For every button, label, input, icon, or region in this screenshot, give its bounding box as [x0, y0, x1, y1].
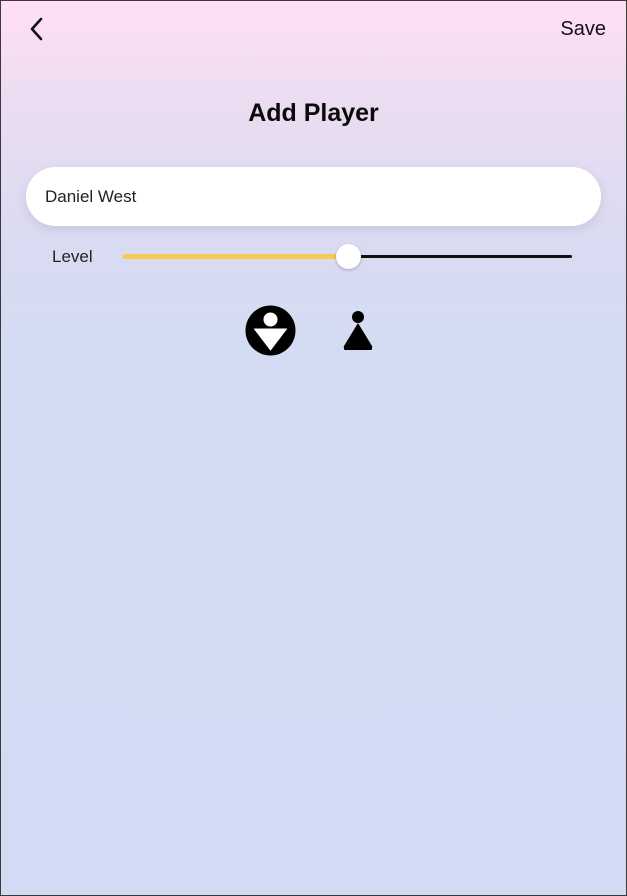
slider-thumb[interactable] [336, 244, 361, 269]
gender-male-option[interactable] [245, 305, 296, 356]
back-button[interactable] [21, 13, 53, 45]
level-label: Level [52, 247, 93, 266]
chevron-left-icon [30, 17, 43, 41]
player-name-field[interactable] [26, 167, 601, 226]
level-slider[interactable] [123, 241, 572, 273]
gender-selector [1, 305, 626, 357]
female-player-icon [343, 311, 373, 350]
add-player-screen: Save Add Player Level [0, 0, 627, 896]
slider-fill [123, 254, 348, 259]
player-name-input[interactable] [45, 167, 565, 226]
top-bar: Save [1, 1, 626, 57]
male-player-icon [245, 305, 296, 356]
page-title: Add Player [248, 99, 379, 127]
save-button[interactable]: Save [560, 17, 606, 41]
gender-female-option[interactable] [342, 310, 374, 352]
